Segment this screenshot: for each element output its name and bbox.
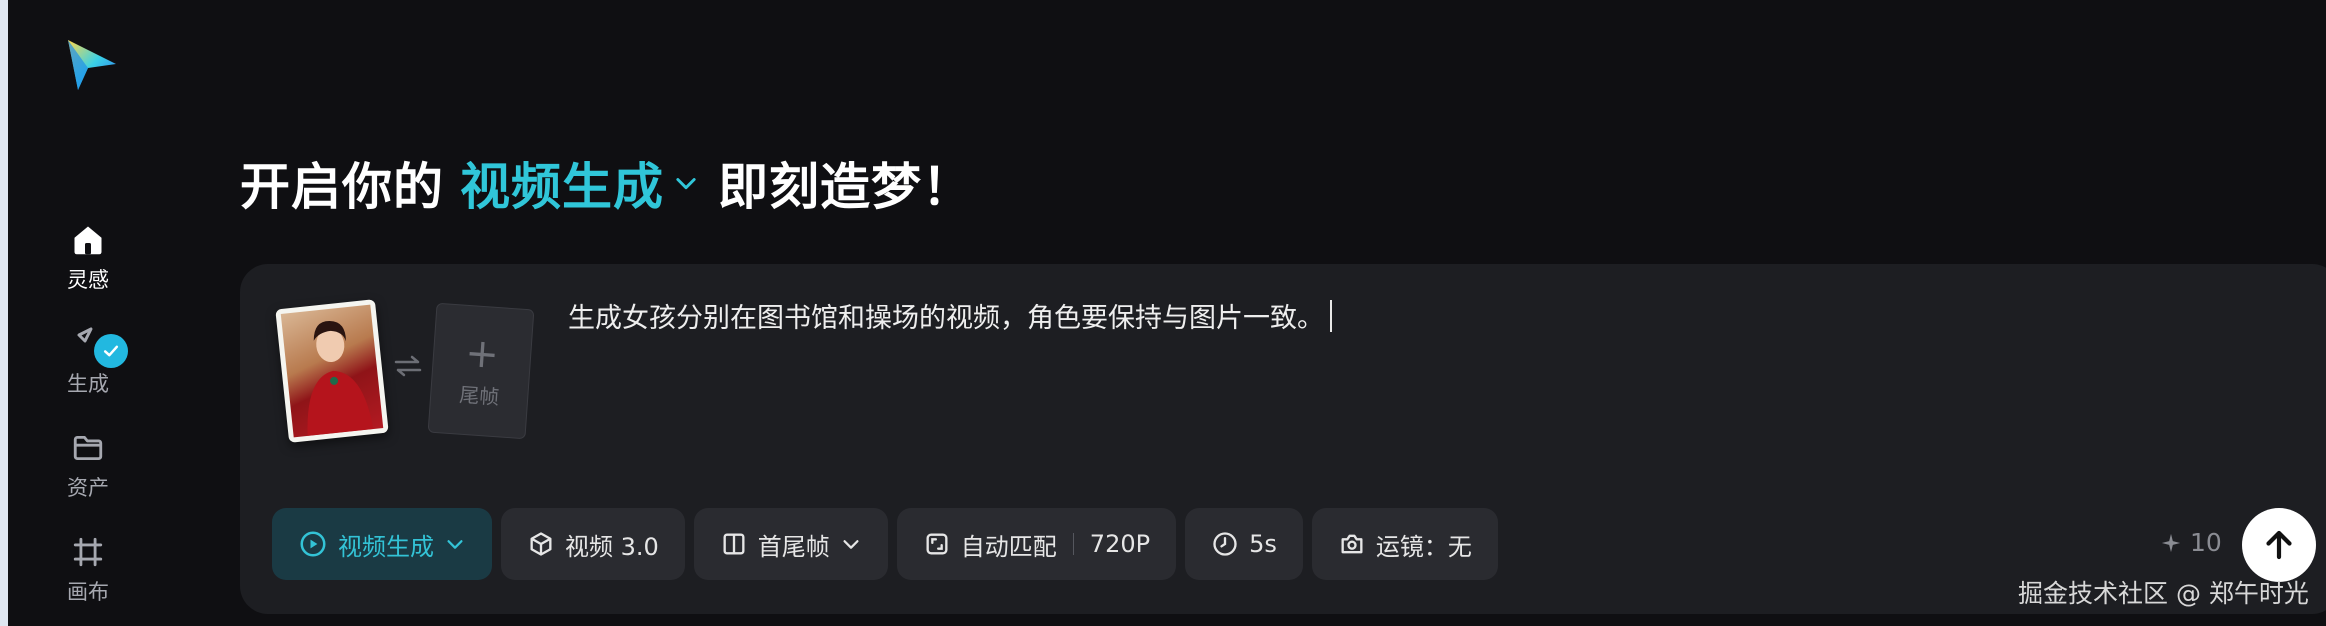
text-caret (1330, 299, 1332, 332)
chevron-down-icon (843, 540, 859, 549)
last-frame-upload[interactable]: + 尾帧 (427, 302, 535, 440)
mode-dropdown[interactable]: 视频生成 (460, 147, 700, 219)
watermark: 掘金技术社区 @ 郑午时光 (2018, 579, 2309, 608)
last-frame-label: 尾帧 (458, 382, 501, 409)
plus-icon: + (463, 329, 501, 378)
sidebar: 灵感 生成 资产 画布 (8, 0, 168, 626)
home-icon (68, 220, 108, 260)
headline-prefix: 开启你的 (240, 158, 444, 216)
ratio-label: 自动匹配 (960, 532, 1057, 561)
clock-icon (1213, 532, 1237, 556)
sidebar-item-label: 灵感 (67, 268, 109, 292)
mode-dropdown-label: 视频生成 (460, 158, 664, 216)
duration-label: 5s (1249, 530, 1277, 558)
sidebar-item-generate[interactable]: 生成 (8, 324, 168, 398)
resolution-label: 720P (1089, 530, 1151, 558)
app-logo[interactable] (60, 34, 120, 94)
chevron-down-icon (676, 178, 696, 190)
sidebar-item-assets[interactable]: 资产 (8, 428, 168, 502)
first-frame-image (280, 304, 384, 438)
check-badge-icon (94, 334, 128, 368)
frames-icon (723, 533, 745, 555)
first-frame-thumbnail[interactable] (275, 299, 389, 443)
chevron-down-icon (447, 540, 463, 549)
mode-select-button[interactable]: 视频生成 (272, 508, 492, 580)
arrow-up-icon (2266, 530, 2292, 560)
chip-divider (1072, 533, 1074, 555)
model-select-button[interactable]: 视频 3.0 (501, 508, 685, 580)
send-button[interactable] (2242, 508, 2316, 582)
camera-motion-button[interactable]: 运镜：无 (1311, 508, 1498, 580)
swap-frames-icon[interactable] (392, 354, 424, 378)
credits-value: 10 (2190, 528, 2222, 557)
folder-icon (68, 428, 108, 468)
camera-motion-label: 运镜：无 (1375, 532, 1472, 561)
cube-icon (530, 532, 552, 556)
duration-button[interactable]: 5s (1185, 508, 1303, 580)
aspect-ratio-icon (926, 533, 948, 555)
frames-select-button[interactable]: 首尾帧 (693, 508, 888, 580)
headline-suffix: 即刻造梦！ (718, 158, 973, 216)
sidebar-item-inspiration[interactable]: 灵感 (8, 220, 168, 294)
credits-indicator: 10 (2160, 528, 2222, 557)
prompt-text: 生成女孩分别在图书馆和操场的视频，角色要保持与图片一致。 (568, 303, 1324, 334)
sidebar-item-label: 画布 (67, 580, 109, 604)
generation-toolbar: 视频生成 视频 3.0 首尾帧 自动匹配 720P 5s 运镜：无 (272, 508, 1498, 580)
ratio-resolution-button[interactable]: 自动匹配 720P (896, 508, 1177, 580)
sidebar-item-canvas[interactable]: 画布 (8, 532, 168, 606)
frames-select-label: 首尾帧 (757, 532, 830, 561)
page-headline: 开启你的 视频生成 即刻造梦！ (240, 148, 973, 218)
window-edge (0, 0, 8, 626)
sidebar-item-label: 资产 (67, 476, 109, 500)
camera-icon (1341, 534, 1363, 554)
video-generate-icon (300, 531, 326, 557)
canvas-icon (68, 532, 108, 572)
model-select-label: 视频 3.0 (565, 532, 659, 561)
sidebar-item-label: 生成 (67, 372, 109, 396)
sparkle-icon (2161, 533, 2181, 552)
prompt-input[interactable]: 生成女孩分别在图书馆和操场的视频，角色要保持与图片一致。 (568, 296, 1332, 335)
generate-icon (68, 324, 128, 368)
mode-select-label: 视频生成 (338, 532, 434, 561)
